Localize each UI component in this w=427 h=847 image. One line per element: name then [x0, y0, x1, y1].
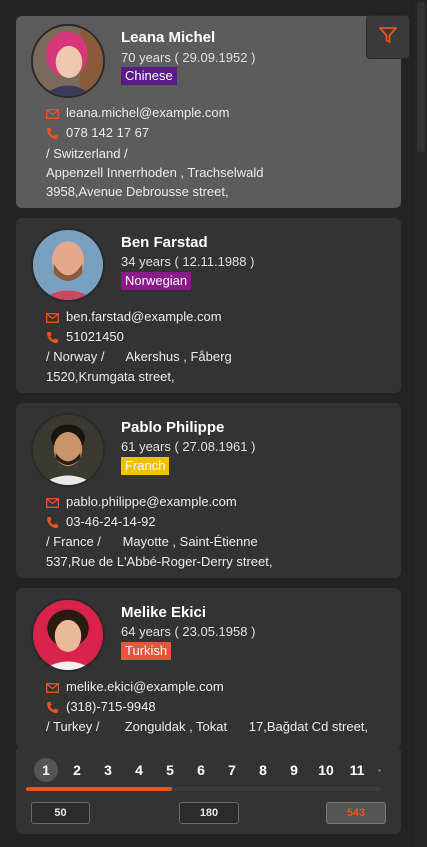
phone-icon: [46, 701, 60, 714]
contact-name: Leana Michel: [121, 29, 216, 46]
page-progress-track: [26, 787, 381, 791]
address-line: 537,Rue de L'Abbé-Roger-Derry street,: [46, 554, 273, 569]
address-line: / Turkey / Zonguldak , Tokat 17,Bağdat C…: [46, 719, 369, 734]
contact-email[interactable]: pablo.philippe@example.com: [66, 494, 237, 509]
contact-email[interactable]: ben.farstad@example.com: [66, 309, 222, 324]
contact-phone[interactable]: 078 142 17 67: [66, 125, 149, 140]
page-button-7[interactable]: 7: [220, 758, 244, 782]
contacts-app: Leana Michel 70 years ( 29.09.1952 ) Chi…: [0, 0, 427, 847]
contact-card[interactable]: Leana Michel 70 years ( 29.09.1952 ) Chi…: [16, 16, 401, 208]
phone-icon: [46, 127, 60, 140]
pagination-panel: 1 2 3 4 5 6 7 8 9 10 11 · 50 180 543: [16, 746, 401, 834]
email-line[interactable]: melike.ekici@example.com: [46, 679, 224, 694]
contact-card[interactable]: Melike Ekici 64 years ( 23.05.1958 ) Tur…: [16, 588, 401, 748]
page-list: 1 2 3 4 5 6 7 8 9 10 11 ·: [16, 758, 401, 782]
page-button-1[interactable]: 1: [34, 758, 58, 782]
email-line[interactable]: leana.michel@example.com: [46, 105, 230, 120]
language-badge: Franch: [121, 457, 170, 475]
email-line[interactable]: pablo.philippe@example.com: [46, 494, 237, 509]
page-button-11[interactable]: 11: [344, 758, 370, 782]
contact-age: 64 years ( 23.05.1958 ): [121, 624, 256, 639]
mail-icon: [46, 682, 60, 693]
page-button-8[interactable]: 8: [251, 758, 275, 782]
page-button-10[interactable]: 10: [313, 758, 339, 782]
filter-icon: [378, 25, 398, 50]
filter-button[interactable]: [366, 15, 410, 59]
phone-line[interactable]: 03-46-24-14-92: [46, 514, 156, 529]
phone-icon: [46, 331, 60, 344]
avatar: [31, 413, 105, 487]
phone-line[interactable]: (318)-715-9948: [46, 699, 156, 714]
phone-line[interactable]: 078 142 17 67: [46, 125, 149, 140]
contact-email[interactable]: leana.michel@example.com: [66, 105, 230, 120]
contact-card[interactable]: Pablo Philippe 61 years ( 27.08.1961 ) F…: [16, 403, 401, 578]
language-badge: Chinese: [121, 67, 177, 85]
contact-card[interactable]: Ben Farstad 34 years ( 12.11.1988 ) Norw…: [16, 218, 401, 393]
address-line: / Norway / Akershus , Fåberg: [46, 349, 232, 364]
page-size-button-180[interactable]: 180: [179, 802, 239, 824]
avatar: [31, 598, 105, 672]
contact-phone[interactable]: (318)-715-9948: [66, 699, 156, 714]
mail-icon: [46, 497, 60, 508]
contact-phone[interactable]: 03-46-24-14-92: [66, 514, 156, 529]
page-button-3[interactable]: 3: [96, 758, 120, 782]
contact-name: Melike Ekici: [121, 604, 207, 621]
phone-line[interactable]: 51021450: [46, 329, 124, 344]
email-line[interactable]: ben.farstad@example.com: [46, 309, 222, 324]
page-button-9[interactable]: 9: [282, 758, 306, 782]
contact-age: 61 years ( 27.08.1961 ): [121, 439, 256, 454]
contact-age: 34 years ( 12.11.1988 ): [121, 254, 255, 269]
page-button-5[interactable]: 5: [158, 758, 182, 782]
page-button-2[interactable]: 2: [65, 758, 89, 782]
avatar: [31, 228, 105, 302]
page-size-button-543[interactable]: 543: [326, 802, 386, 824]
more-pages-indicator: ·: [377, 762, 383, 778]
contact-name: Pablo Philippe: [121, 419, 225, 436]
scrollbar[interactable]: [415, 0, 427, 847]
avatar: [31, 24, 105, 98]
page-size-button-50[interactable]: 50: [31, 802, 90, 824]
address-line: 3958,Avenue Debrousse street,: [46, 184, 229, 199]
phone-icon: [46, 516, 60, 529]
language-badge: Turkish: [121, 642, 172, 660]
page-button-6[interactable]: 6: [189, 758, 213, 782]
page-progress-fill: [26, 787, 172, 791]
contact-name: Ben Farstad: [121, 234, 208, 251]
contact-age: 70 years ( 29.09.1952 ): [121, 50, 256, 65]
mail-icon: [46, 108, 60, 119]
page-button-4[interactable]: 4: [127, 758, 151, 782]
language-badge: Norwegian: [121, 272, 192, 290]
address-line: 1520,Krumgata street,: [46, 369, 175, 384]
contact-phone[interactable]: 51021450: [66, 329, 124, 344]
scrollbar-thumb[interactable]: [417, 2, 425, 152]
contact-email[interactable]: melike.ekici@example.com: [66, 679, 224, 694]
address-line: / Switzerland /: [46, 146, 128, 161]
mail-icon: [46, 312, 60, 323]
address-line: / France / Mayotte , Saint-Étienne: [46, 534, 258, 549]
address-line: Appenzell Innerrhoden , Trachselwald: [46, 165, 264, 180]
